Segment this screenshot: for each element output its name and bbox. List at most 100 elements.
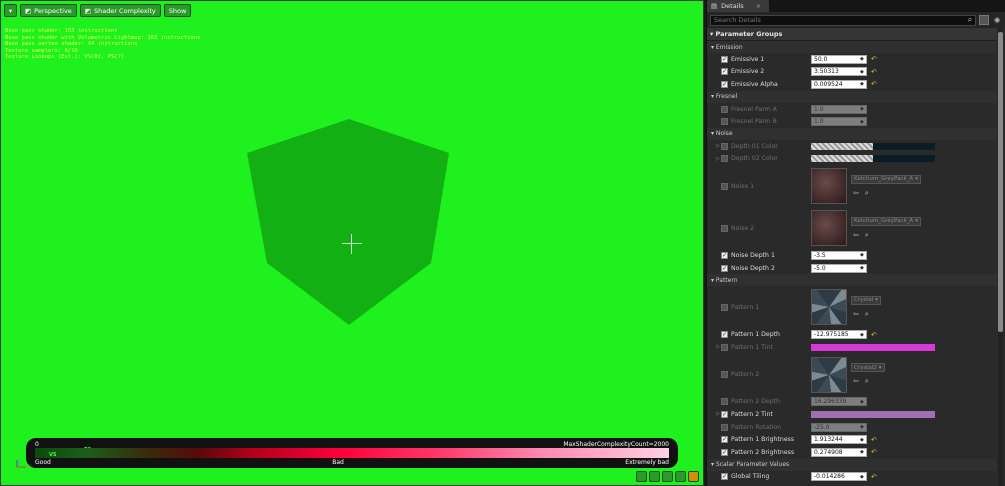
param-value-field[interactable]: -12.975185 ◆ (811, 330, 867, 340)
override-checkbox[interactable]: ✓ (721, 303, 728, 311)
param-value-field[interactable]: 1.913244 ◆ (811, 435, 867, 445)
group-noise[interactable]: ▾ Noise (707, 127, 997, 140)
param-value-field[interactable]: -0.014286 ◆ (811, 472, 867, 482)
viewport-options-button[interactable]: ▾ (4, 4, 17, 17)
reset-icon[interactable]: ↶ (871, 80, 877, 88)
tab-details[interactable]: ▤ Details × (707, 0, 770, 12)
param-pattern-1: ✓Pattern 1 Crystal▾ ⇦ ⌕ (707, 286, 997, 328)
reset-icon[interactable]: ↶ (871, 331, 877, 339)
details-scrollbar[interactable] (998, 28, 1003, 486)
show-button[interactable]: Show (163, 4, 192, 17)
param-value-field[interactable]: 0.009524 ◆ (811, 79, 867, 89)
reset-icon[interactable]: ↶ (871, 436, 877, 444)
override-checkbox[interactable]: ✓ (721, 448, 728, 456)
texture-dropdown[interactable]: Crystal ▾ (851, 295, 882, 305)
reset-icon[interactable]: ↶ (871, 68, 877, 76)
texture-thumbnail[interactable] (811, 356, 847, 393)
param-value-field[interactable]: 16.296339 ◆ (811, 397, 867, 407)
group-emission[interactable]: ▾ Emission (707, 41, 997, 53)
param-value-field[interactable]: -3.5 ◆ (811, 250, 867, 260)
group-label: Fresnel (715, 93, 738, 101)
param-label: Fresnel Parm A (731, 105, 777, 113)
override-checkbox[interactable]: ✓ (721, 68, 728, 76)
override-checkbox[interactable]: ✓ (721, 473, 728, 481)
param-value-field[interactable]: 0.274908 ◆ (811, 447, 867, 457)
override-checkbox[interactable]: ✓ (721, 142, 728, 150)
param-pattern-1-depth: ✓ Pattern 1 Depth -12.975185 ◆ ↶ (707, 328, 997, 341)
use-selected-icon[interactable]: ⇦ (853, 189, 859, 198)
browse-icon[interactable]: ⌕ (865, 189, 869, 198)
expand-arrow-icon[interactable]: ▷ (716, 156, 720, 162)
eye-icon[interactable]: ◉ (992, 15, 1002, 25)
use-selected-icon[interactable]: ⇦ (853, 231, 859, 240)
param-value-field[interactable]: -5.0 ◆ (811, 263, 867, 273)
override-checkbox[interactable]: ✓ (721, 224, 728, 232)
override-checkbox[interactable]: ✓ (721, 331, 728, 339)
param-value-field[interactable]: 50.0 ◆ (811, 54, 867, 64)
reset-icon[interactable]: ↶ (871, 55, 877, 63)
view-mode-button[interactable]: ◩ Shader Complexity (79, 4, 161, 17)
expand-arrow-icon[interactable]: ▷ (716, 344, 720, 350)
chevron-down-icon: ▾ (878, 364, 882, 371)
group-fresnel[interactable]: ▾ Fresnel (707, 90, 997, 103)
browse-icon[interactable]: ⌕ (865, 231, 869, 240)
maximize-viewport-icon[interactable] (688, 471, 699, 482)
translate-tool-icon[interactable] (636, 471, 647, 482)
texture-dropdown[interactable]: Ketchum_GreyPack_A ▾ (851, 216, 921, 226)
override-checkbox[interactable]: ✓ (721, 371, 728, 379)
texture-thumbnail[interactable] (811, 168, 847, 205)
close-icon[interactable]: × (756, 2, 761, 10)
snap-tool-icon[interactable] (675, 471, 686, 482)
perspective-button[interactable]: ◩ Perspective (20, 4, 77, 17)
reset-icon[interactable]: ↶ (871, 448, 877, 456)
texture-thumbnail[interactable] (811, 210, 847, 247)
override-checkbox[interactable]: ✓ (721, 182, 728, 190)
rotate-tool-icon[interactable] (649, 471, 660, 482)
override-checkbox[interactable]: ✓ (721, 80, 728, 88)
override-checkbox[interactable]: ✓ (721, 423, 728, 431)
expand-arrow-icon[interactable]: ▷ (716, 143, 720, 149)
search-input[interactable]: Search Details ⌕ (710, 14, 976, 26)
param-value-field[interactable]: 1.0 ◆ (811, 104, 867, 114)
color-swatch[interactable] (811, 142, 935, 150)
override-checkbox[interactable]: ✓ (721, 55, 728, 63)
texture-dropdown[interactable]: Crystal2 ▾ (851, 363, 885, 373)
expand-arrow-icon[interactable]: ▷ (716, 411, 720, 417)
param-value-field[interactable]: -25.0 ◆ (811, 422, 867, 432)
level-viewport[interactable]: ▾ ◩ Perspective ◩ Shader Complexity Show… (0, 0, 704, 486)
group-label: Scalar Parameter Values (715, 461, 790, 468)
override-checkbox[interactable]: ✓ (721, 118, 728, 126)
property-matrix-button[interactable] (979, 15, 989, 25)
param-pattern-2-brightness: ✓ Pattern 2 Brightness 0.274908 ◆ ↶ (707, 446, 997, 459)
details-scroll-area[interactable]: ▾ Parameter Groups ▾ Emission ✓ Emissive … (707, 28, 997, 486)
use-selected-icon[interactable]: ⇦ (853, 377, 859, 386)
group-scalar-parameters[interactable]: ▾ Scalar Parameter Values (707, 458, 997, 471)
param-noise-depth-1: ✓ Noise Depth 1 -3.5 ◆ (707, 249, 997, 262)
color-swatch[interactable] (811, 343, 935, 351)
override-checkbox[interactable]: ✓ (721, 105, 728, 113)
override-checkbox[interactable]: ✓ (721, 398, 728, 406)
show-label: Show (168, 6, 187, 15)
override-checkbox[interactable]: ✓ (721, 155, 728, 163)
texture-dropdown[interactable]: Ketchum_GreyPack_A ▾ (851, 174, 921, 184)
override-checkbox[interactable]: ✓ (721, 264, 728, 272)
browse-icon[interactable]: ⌕ (865, 310, 869, 319)
param-value-field[interactable]: 3.50313 ◆ (811, 67, 867, 77)
param-value: 0.274908 (814, 448, 843, 456)
browse-icon[interactable]: ⌕ (865, 377, 869, 386)
override-checkbox[interactable]: ✓ (721, 343, 728, 351)
parameter-groups-header[interactable]: ▾ Parameter Groups (707, 28, 997, 41)
override-checkbox[interactable]: ✓ (721, 251, 728, 259)
cube-mesh[interactable] (247, 119, 449, 325)
reset-icon[interactable]: ↶ (871, 473, 877, 481)
scrollbar-thumb[interactable] (998, 32, 1003, 332)
texture-thumbnail[interactable] (811, 289, 847, 326)
color-swatch[interactable] (811, 155, 935, 163)
scale-tool-icon[interactable] (662, 471, 673, 482)
override-checkbox[interactable]: ✓ (721, 410, 728, 418)
param-value-field[interactable]: 1.0 ◆ (811, 117, 867, 127)
override-checkbox[interactable]: ✓ (721, 436, 728, 444)
group-pattern[interactable]: ▾ Pattern (707, 274, 997, 287)
use-selected-icon[interactable]: ⇦ (853, 310, 859, 319)
color-swatch[interactable] (811, 410, 935, 418)
